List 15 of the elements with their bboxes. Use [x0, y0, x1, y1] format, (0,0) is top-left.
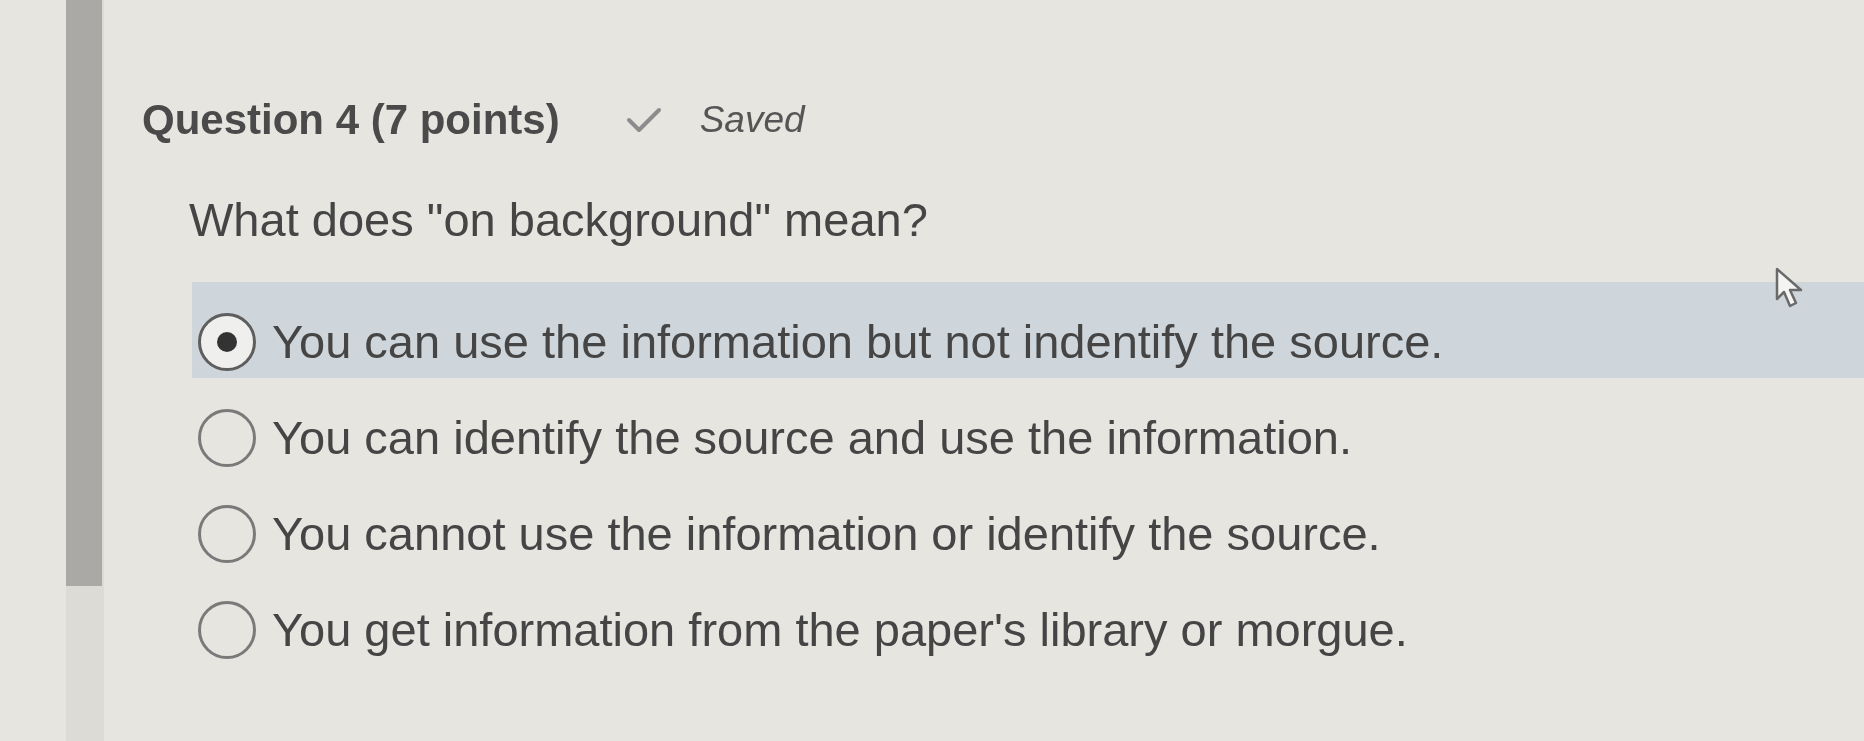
scrollbar-thumb[interactable]: [66, 0, 102, 586]
answer-text: You can identify the source and use the information.: [272, 410, 1352, 466]
radio-button[interactable]: [198, 409, 256, 467]
radio-button[interactable]: [198, 601, 256, 659]
answer-text: You cannot use the information or identify the source.: [272, 506, 1381, 562]
answer-text: You can use the information but not indentify the source.: [272, 314, 1444, 370]
question-title: Question 4 (7 points): [142, 95, 560, 145]
save-status: Saved: [699, 98, 805, 142]
checkmark-icon: [625, 107, 662, 133]
answer-text: You get information from the paper's library or morgue.: [272, 602, 1408, 658]
mouse-pointer-icon: [1775, 267, 1805, 309]
radio-button[interactable]: [198, 505, 256, 563]
question-prompt: What does "on background" mean?: [189, 192, 928, 248]
radio-button[interactable]: [198, 313, 256, 371]
highlighted-answer-row[interactable]: You can use the information but not indentify the source.: [192, 282, 1864, 378]
